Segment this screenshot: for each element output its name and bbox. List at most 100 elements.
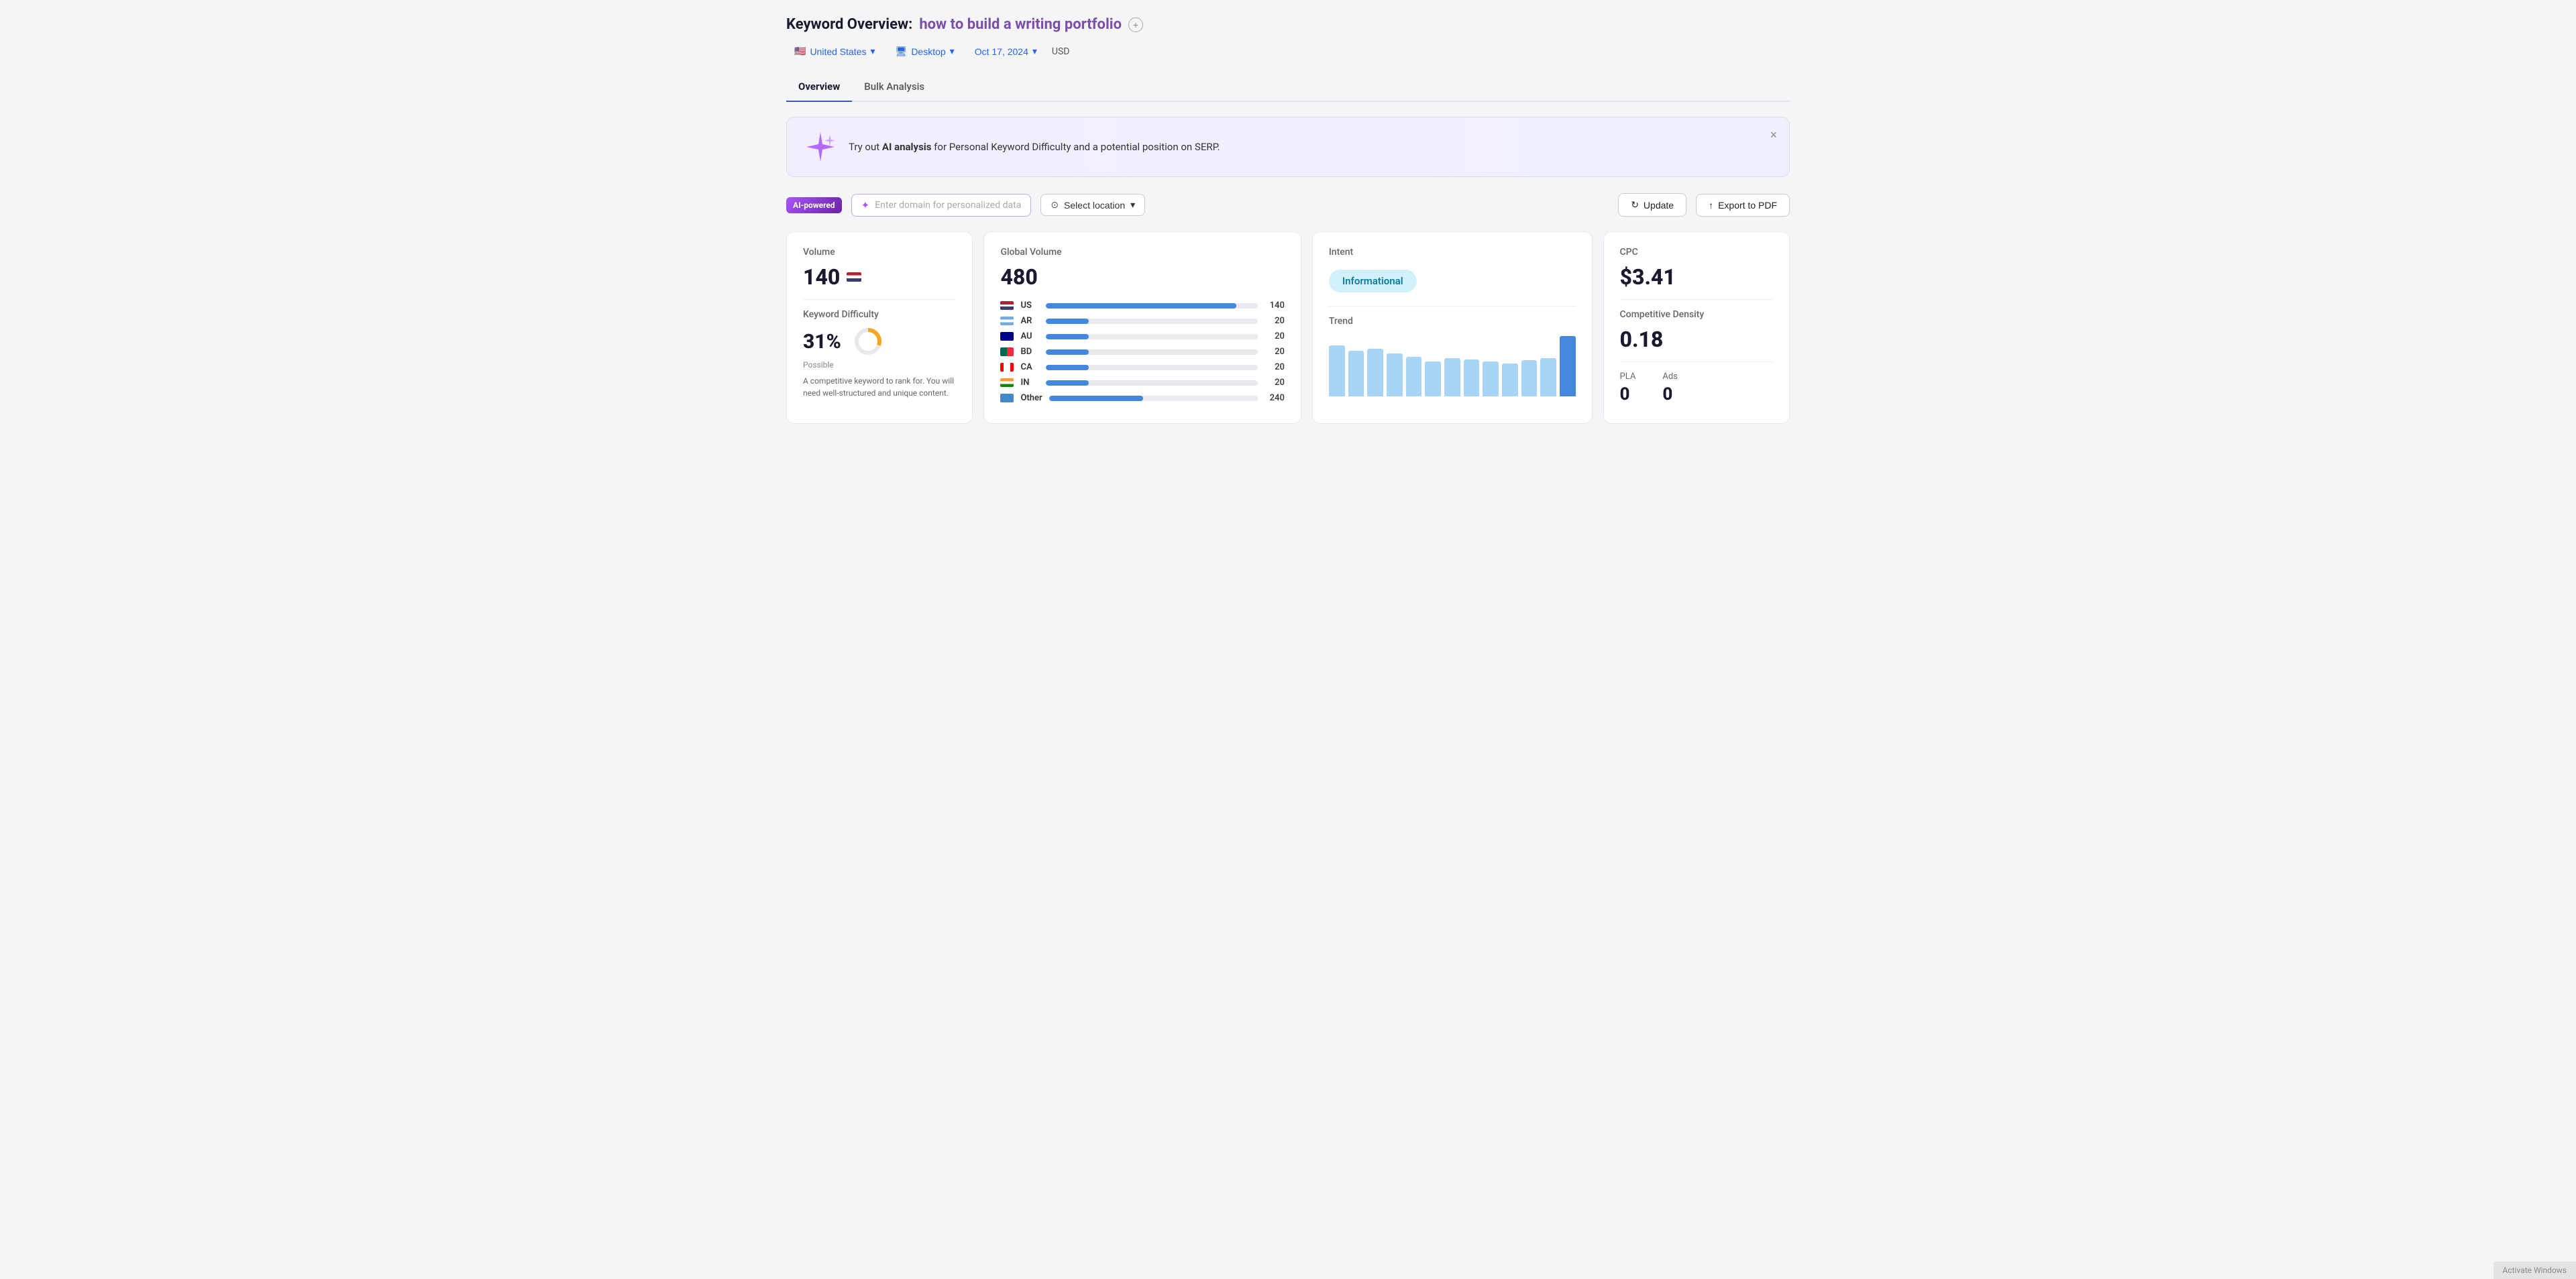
location-icon: ⊙ [1051,199,1059,211]
activate-windows-hint: Activate Windows [2493,1262,2576,1279]
country-count-label: 20 [1265,347,1285,357]
currency-label: USD [1052,46,1070,57]
device-filter-button[interactable]: 🖥 Desktop ▾ [888,42,963,60]
trend-bar [1348,351,1364,396]
kd-donut-chart [853,327,883,356]
country-count-label: 240 [1265,393,1285,403]
ads-value: 0 [1662,384,1678,404]
country-code-label: CA [1020,362,1039,372]
update-button[interactable]: ↻ Update [1618,193,1686,217]
domain-placeholder: Enter domain for personalized data [875,200,1021,211]
trend-bar [1502,364,1518,396]
country-code-label: BD [1020,347,1039,357]
trend-bar [1521,360,1538,396]
domain-input[interactable]: ✦ Enter domain for personalized data [851,194,1032,217]
location-select-button[interactable]: ⊙ Select location ▾ [1040,194,1145,216]
ai-sparkle-icon [803,129,838,164]
page-header: Keyword Overview: how to build a writing… [786,16,1790,33]
country-label: United States [810,46,866,57]
country-code-label: AU [1020,331,1039,341]
global-volume-value: 480 [1000,264,1284,290]
ai-banner: Try out AI analysis for Personal Keyword… [786,117,1790,177]
ads-item: Ads 0 [1662,372,1678,404]
country-count-label: 20 [1265,316,1285,326]
ai-banner-close-button[interactable]: × [1770,128,1777,142]
flag-ca-icon [1000,363,1014,372]
kd-description: A competitive keyword to rank for. You w… [803,375,956,399]
country-count-label: 140 [1265,300,1285,311]
trend-bar [1425,362,1441,396]
desktop-icon: 🖥 [896,46,908,57]
us-flag-icon: 🇺🇸 [794,46,806,57]
flag-us-icon [1000,301,1014,310]
tabs-bar: Overview Bulk Analysis [786,74,1790,102]
kd-possible-label: Possible [803,360,956,370]
volume-value: 140 [803,264,956,290]
pla-label: PLA [1620,372,1636,382]
device-label: Desktop [911,46,945,57]
sparkle-icon: ✦ [861,199,870,211]
date-filter-button[interactable]: Oct 17, 2024 ▾ [967,42,1045,60]
trend-bar [1483,362,1499,396]
keyword-difficulty-section: Keyword Difficulty 31% Possible A compet… [803,309,956,399]
country-list: US140AR20AU20BD20CA20IN20Other240 [1000,300,1284,403]
cards-grid: Volume 140 Keyword Difficulty 31% [786,231,1790,424]
country-bar-background [1046,349,1257,355]
country-bar-fill [1046,319,1088,324]
trend-label: Trend [1329,316,1576,327]
country-row: BD 20 [1000,347,1284,357]
country-row: US 140 [1000,300,1284,311]
country-filter-button[interactable]: 🇺🇸 United States ▾ [786,42,883,60]
country-count-label: 20 [1265,331,1285,341]
country-code-label: Other [1020,393,1042,403]
country-bar-background [1046,380,1257,386]
country-bar-fill [1049,396,1143,401]
country-bar-background [1046,319,1257,324]
cpc-value: $3.41 [1620,264,1773,290]
trend-bar [1464,359,1480,396]
page-title-keyword: how to build a writing portfolio [919,16,1122,33]
volume-label: Volume [803,247,956,258]
country-row: IN20 [1000,378,1284,388]
cpc-cd-pla-card: CPC $3.41 Competitive Density 0.18 PLA 0… [1603,231,1790,424]
export-icon: ↑ [1709,200,1713,211]
flag-bd-icon [1000,347,1014,356]
intent-badge: Informational [1329,270,1417,292]
country-bar-fill [1046,349,1088,355]
country-bar-fill [1046,365,1088,370]
intent-label: Intent [1329,247,1576,258]
location-label: Select location [1064,200,1125,211]
country-bar-fill [1046,303,1236,309]
ai-banner-text: Try out AI analysis for Personal Keyword… [849,141,1220,153]
trend-bar [1444,358,1460,396]
country-bar-fill [1046,380,1088,386]
tab-overview[interactable]: Overview [786,74,852,102]
ai-tools-bar: AI-powered ✦ Enter domain for personaliz… [786,193,1790,217]
trend-bar [1406,357,1422,396]
chevron-down-icon: ▾ [1130,199,1135,211]
country-row: AU 20 [1000,331,1284,341]
pla-value: 0 [1620,384,1636,404]
tab-bulk-analysis[interactable]: Bulk Analysis [852,74,936,102]
export-pdf-button[interactable]: ↑ Export to PDF [1696,194,1790,217]
pla-item: PLA 0 [1620,372,1636,404]
flag-in-icon [1000,378,1014,387]
country-bar-background [1046,334,1257,339]
trend-bar [1387,353,1403,396]
country-bar-background [1046,365,1257,370]
country-count-label: 20 [1265,378,1285,388]
country-code-label: AR [1020,316,1039,326]
refresh-icon: ↻ [1631,199,1639,211]
kd-label: Keyword Difficulty [803,309,956,320]
country-count-label: 20 [1265,362,1285,372]
country-row: Other 240 [1000,393,1284,403]
country-row: AR 20 [1000,316,1284,326]
kd-value: 31% [803,330,841,353]
add-keyword-button[interactable]: + [1128,17,1143,32]
country-bar-background [1049,396,1258,401]
country-bar-fill [1046,334,1088,339]
country-code-label: US [1020,300,1039,311]
ai-powered-badge: AI-powered [786,197,842,213]
filter-bar: 🇺🇸 United States ▾ 🖥 Desktop ▾ Oct 17, 2… [786,42,1790,60]
us-flag-icon [847,272,861,282]
